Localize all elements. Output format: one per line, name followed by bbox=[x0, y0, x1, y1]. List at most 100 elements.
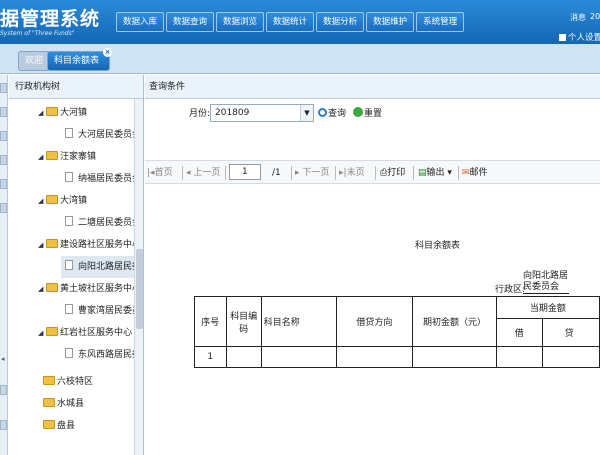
folder-icon bbox=[46, 195, 58, 204]
strip-icon[interactable] bbox=[0, 83, 7, 93]
expand-triangle-icon[interactable]: ◢ bbox=[38, 278, 46, 300]
tab-welcome[interactable]: 欢迎 bbox=[18, 51, 51, 71]
tree-node-label: 红岩社区服务中心 bbox=[60, 328, 133, 338]
page-total: /1 bbox=[272, 168, 281, 178]
next-page-button[interactable]: ▸ 下一页 bbox=[295, 166, 329, 180]
strip-icon[interactable] bbox=[0, 385, 7, 395]
tree-scroll-thumb[interactable] bbox=[136, 249, 143, 329]
toolbar-divider bbox=[413, 166, 414, 180]
tree-scrollbar[interactable] bbox=[134, 99, 143, 455]
collapse-arrow-icon[interactable]: ◂ bbox=[1, 355, 5, 363]
tree-folder-node[interactable]: ◢ 建设路社区服务中心 bbox=[38, 234, 141, 256]
tree-folder-node[interactable]: 水城县 bbox=[43, 393, 84, 415]
expand-triangle-icon[interactable]: ◢ bbox=[38, 190, 46, 212]
document-icon bbox=[65, 304, 73, 314]
tree-folder-node[interactable]: 盘县 bbox=[43, 415, 75, 437]
tree-leaf-node[interactable]: 向阳北路居民委员会 bbox=[61, 256, 143, 278]
tab-account-balance[interactable]: 科目余额表 × bbox=[47, 48, 113, 71]
tree-leaf-node[interactable]: 大河居民委员会 bbox=[65, 124, 141, 146]
tree-leaf-node[interactable]: 纳福居民委员会 bbox=[65, 168, 141, 190]
table-cell bbox=[335, 346, 414, 368]
nav-data-browse[interactable]: 数据浏览 bbox=[216, 12, 265, 32]
expand-triangle-icon[interactable]: ◢ bbox=[38, 146, 46, 168]
folder-icon bbox=[46, 107, 58, 116]
nav-data-analysis[interactable]: 数据分析 bbox=[316, 12, 365, 32]
folder-icon bbox=[43, 398, 55, 407]
strip-icon[interactable] bbox=[0, 107, 7, 117]
report-table: 序号 科目编码 科目名称 借贷方向 期初金额（元） 当期金额 借 贷 1 bbox=[194, 296, 600, 368]
left-strip: ◂ bbox=[0, 75, 8, 455]
org-tree-title: 行政机构树 bbox=[9, 75, 143, 99]
chevron-down-icon[interactable]: ▼ bbox=[300, 105, 313, 121]
first-page-button[interactable]: |◂首页 bbox=[147, 166, 173, 180]
reset-button-label: 重置 bbox=[364, 109, 383, 119]
app-header: 据管理系统 System of "Three Funds" 数据入库 数据查询 … bbox=[0, 0, 600, 44]
page-number-input[interactable]: 1 bbox=[229, 164, 261, 180]
messages-link[interactable]: 消息 bbox=[570, 12, 586, 23]
tree-folder-node[interactable]: ◢ 大湾镇 bbox=[38, 190, 87, 212]
last-page-button[interactable]: ▸|末页 bbox=[339, 166, 365, 180]
nav-system-management[interactable]: 系统管理 bbox=[416, 12, 465, 32]
tree-leaf-node[interactable]: 东风西路居民委员会 bbox=[65, 344, 143, 366]
query-panel-title: 查询条件 bbox=[145, 75, 600, 99]
tree-node-label: 纳福居民委员会 bbox=[78, 174, 142, 184]
toolbar-divider bbox=[182, 166, 183, 180]
first-page-label: 首页 bbox=[154, 168, 173, 178]
strip-icon[interactable] bbox=[0, 203, 7, 213]
folder-icon bbox=[43, 420, 55, 429]
nav-data-statistics[interactable]: 数据统计 bbox=[266, 12, 315, 32]
strip-icon[interactable] bbox=[0, 420, 7, 430]
cell-seq: 1 bbox=[194, 346, 227, 368]
table-cell bbox=[412, 346, 497, 368]
personal-settings-link[interactable]: 个人设置 bbox=[559, 31, 600, 43]
document-icon bbox=[65, 128, 73, 138]
toolbar-divider bbox=[458, 166, 459, 180]
search-icon bbox=[318, 108, 327, 117]
last-page-label: 末页 bbox=[346, 168, 365, 178]
tree-node-label: 六枝特区 bbox=[57, 377, 94, 387]
strip-icon[interactable] bbox=[0, 179, 7, 189]
tree-node-label: 大河居民委员会 bbox=[78, 130, 142, 140]
nav-data-query[interactable]: 数据查询 bbox=[166, 12, 215, 32]
mail-label: 邮件 bbox=[469, 168, 488, 178]
search-button[interactable]: 查询 bbox=[318, 107, 346, 121]
mail-icon: ✉ bbox=[462, 168, 470, 178]
col-opening: 期初金额（元） bbox=[412, 296, 497, 347]
tree-folder-node[interactable]: ◢ 红岩社区服务中心 bbox=[38, 322, 132, 344]
settings-icon bbox=[559, 34, 566, 41]
expand-triangle-icon[interactable]: ◢ bbox=[38, 234, 46, 256]
tree-folder-node[interactable]: ◢ 大河镇 bbox=[38, 102, 87, 124]
tree-leaf-node[interactable]: 曹家湾居民委员会 bbox=[65, 300, 143, 322]
table-cell bbox=[541, 346, 600, 368]
nav-data-maintenance[interactable]: 数据维护 bbox=[366, 12, 415, 32]
folder-icon bbox=[46, 283, 58, 292]
export-label: 输出 bbox=[426, 168, 445, 178]
month-value: 201809 bbox=[215, 108, 250, 118]
tree-folder-node[interactable]: ◢ 汪家寨镇 bbox=[38, 146, 96, 168]
tree-node-label: 建设路社区服务中心 bbox=[60, 240, 142, 250]
reset-button[interactable]: 重置 bbox=[353, 107, 382, 121]
expand-triangle-icon[interactable]: ◢ bbox=[38, 102, 46, 124]
export-button[interactable]: ▤输出 ▾ bbox=[418, 166, 452, 180]
toolbar-divider bbox=[375, 166, 376, 180]
personal-settings-label: 个人设置 bbox=[568, 33, 600, 43]
close-icon[interactable]: × bbox=[103, 48, 113, 57]
tree-folder-node[interactable]: ◢ 黄土坡社区服务中心 bbox=[38, 278, 141, 300]
strip-icon[interactable] bbox=[0, 155, 7, 165]
expand-triangle-icon[interactable]: ◢ bbox=[38, 322, 46, 344]
month-select[interactable]: 201809 ▼ bbox=[210, 104, 314, 122]
print-button[interactable]: ⎙打印 bbox=[380, 166, 405, 180]
tree-folder-node[interactable]: 六枝特区 bbox=[43, 371, 93, 393]
strip-icon[interactable] bbox=[0, 131, 7, 141]
table-row: 1 bbox=[194, 346, 600, 368]
report-title: 科目余额表 bbox=[415, 241, 461, 251]
print-label: 打印 bbox=[387, 168, 406, 178]
tree-node-label: 大河镇 bbox=[60, 108, 88, 118]
folder-icon bbox=[43, 376, 55, 385]
prev-page-button[interactable]: ◂ 上一页 bbox=[186, 166, 220, 180]
col-credit: 贷 bbox=[541, 318, 600, 347]
tree-leaf-node[interactable]: 二塘居民委员会 bbox=[65, 212, 141, 234]
folder-icon bbox=[46, 151, 58, 160]
nav-data-import[interactable]: 数据入库 bbox=[116, 12, 165, 32]
mail-button[interactable]: ✉邮件 bbox=[462, 166, 488, 180]
